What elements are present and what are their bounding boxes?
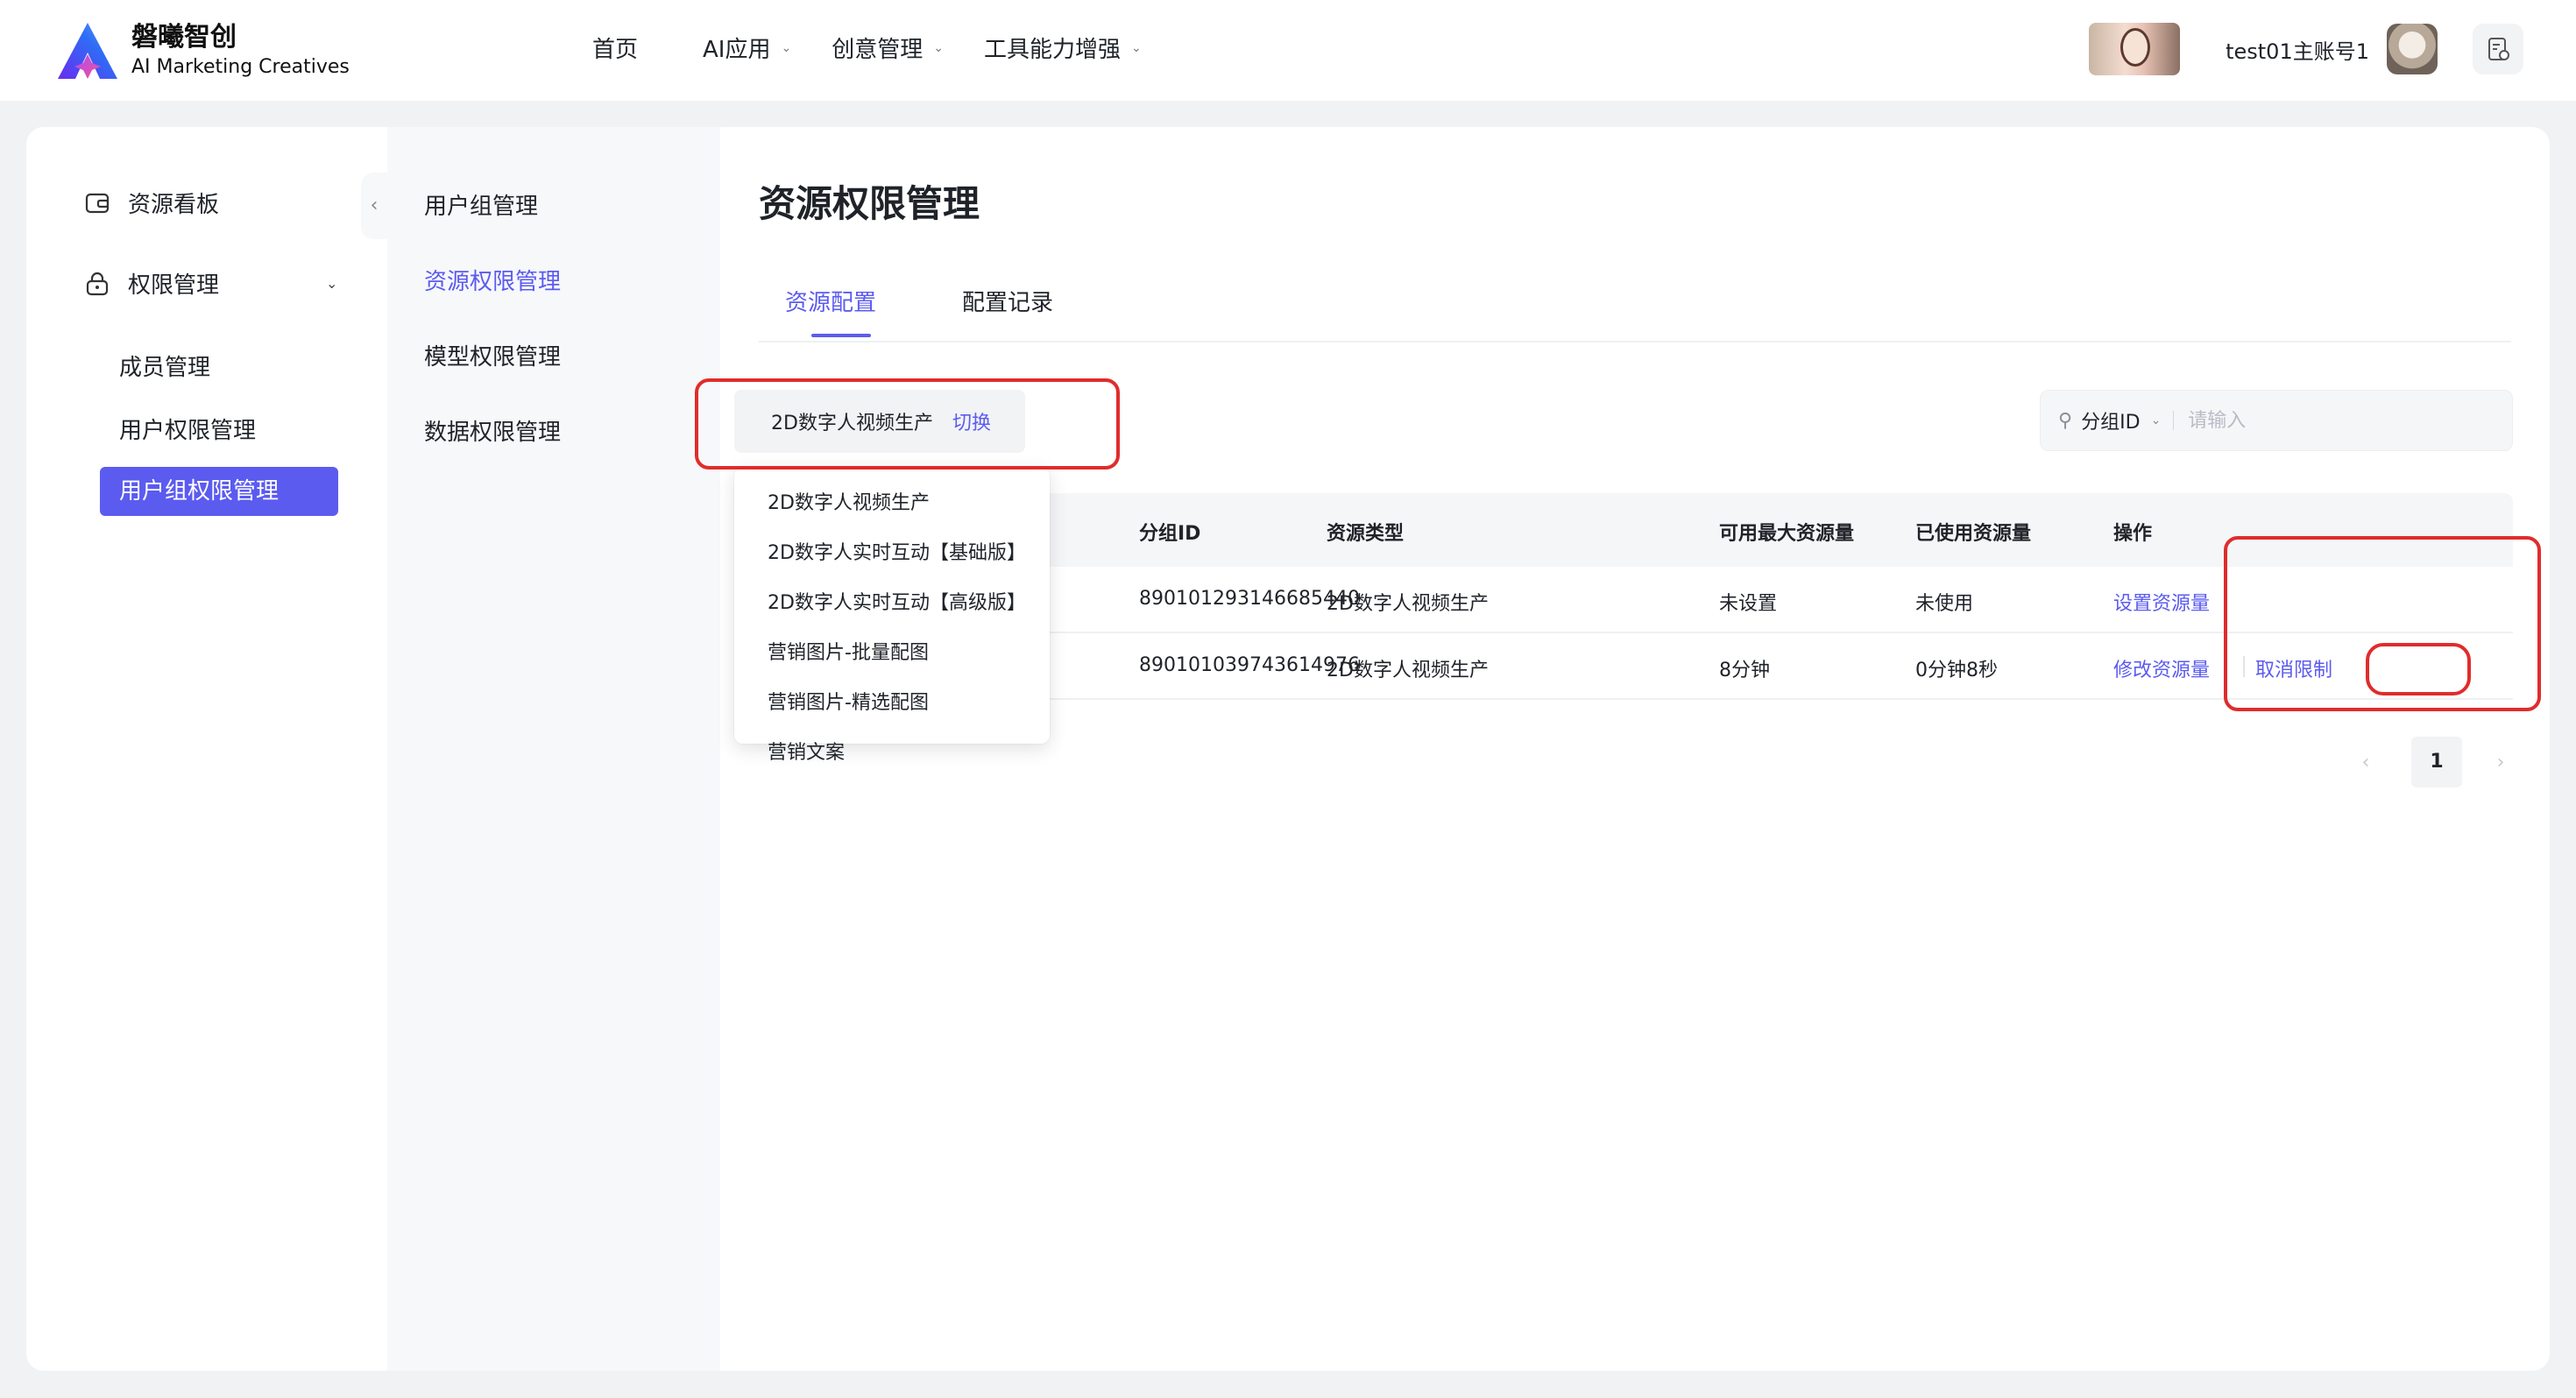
wallet-icon [85,193,110,213]
pagination: ‹ 1 › [2352,737,2515,787]
search-field-select[interactable]: 分组ID [2081,406,2140,434]
dropdown-option[interactable]: 营销图片-精选配图 [734,679,1050,729]
nav-home[interactable]: 首页 [592,32,638,64]
logo-mark-icon [58,23,117,79]
sidebar-item-user-permission[interactable]: 用户权限管理 [119,413,256,445]
chevron-right-icon[interactable]: › [2487,752,2515,773]
nav-creative-label: 创意管理 [832,37,924,63]
nav-tool-label: 工具能力增强 [983,37,1121,63]
chevron-down-icon[interactable]: ⌄ [2151,413,2162,427]
chevron-down-icon: ⌄ [933,40,944,55]
search-input[interactable] [2188,409,2452,432]
chevron-left-icon: ‹ [370,194,379,216]
logo-title: 磐曦智创 [131,22,237,53]
dropdown-option[interactable]: 2D数字人实时互动【高级版】 [734,579,1050,629]
chevron-down-icon: ⌄ [781,40,792,55]
resource-switcher[interactable]: 2D数字人视频生产 切换 [734,390,1025,453]
cell-used-amount: 0分钟8秒 [1915,660,1998,681]
cancel-limit-link[interactable]: 取消限制 [2255,654,2332,682]
tab-bar: 资源配置 配置记录 [759,285,2511,342]
page-number-current[interactable]: 1 [2411,737,2462,787]
column-header: 操作 [2113,523,2153,545]
nav-ai-apps[interactable]: AI应用 ⌄ [703,32,791,64]
nav-tool-enhancement[interactable]: 工具能力增强 ⌄ [984,32,1142,64]
page-title: 资源权限管理 [759,182,980,225]
help-doc-icon [2488,38,2509,60]
main-card: 资源看板 权限管理 ⌄ 成员管理 用户权限管理 用户组权限管理 ‹ 用户组管理 … [26,127,2550,1371]
chevron-down-icon[interactable]: ⌄ [326,275,337,292]
promo-thumbnail[interactable] [2089,23,2181,75]
content-area: 资源权限管理 资源配置 配置记录 2D数字人视频生产 切换 2D数字人视频生产 … [720,127,2550,1371]
avatar[interactable] [2387,24,2438,74]
sidebar: 资源看板 权限管理 ⌄ 成员管理 用户权限管理 用户组权限管理 [26,127,387,1371]
nav-creative-management[interactable]: 创意管理 ⌄ [832,32,944,64]
chevron-down-icon: ⌄ [1130,40,1142,55]
help-doc-button[interactable] [2473,24,2523,74]
set-amount-link[interactable]: 设置资源量 [2113,588,2210,616]
submenu-resource-permission[interactable]: 资源权限管理 [424,264,561,296]
logo-subtitle: AI Marketing Creatives [131,56,350,78]
main-nav: 首页 AI应用 ⌄ 创意管理 ⌄ 工具能力增强 ⌄ [592,32,1142,64]
search-box: ⚲ 分组ID ⌄ [2040,390,2513,451]
resource-dropdown: 2D数字人视频生产 2D数字人实时互动【基础版】 2D数字人实时互动【高级版】 … [734,467,1050,764]
current-resource: 2D数字人视频生产 [771,413,933,434]
tab-config-records[interactable]: 配置记录 [962,285,1053,317]
column-header: 分组ID [1139,523,1201,545]
dropdown-option[interactable]: 2D数字人实时互动【基础版】 [734,529,1050,579]
switch-button[interactable]: 切换 [952,407,991,435]
cell-resource-type: 2D数字人视频生产 [1327,660,1489,681]
lock-icon [86,272,109,295]
logo[interactable]: 磐曦智创 AI Marketing Creatives [54,19,350,82]
header-right: test01主账号1 [2089,23,2523,75]
secondary-menu: ‹ 用户组管理 资源权限管理 模型权限管理 数据权限管理 [361,127,720,1371]
top-header: 磐曦智创 AI Marketing Creatives 首页 AI应用 ⌄ 创意… [0,0,2576,101]
column-header: 资源类型 [1327,523,1405,545]
column-header: 可用最大资源量 [1719,523,1855,545]
dropdown-option[interactable]: 营销图片-批量配图 [734,629,1050,679]
cell-used-amount: 未使用 [1915,593,1974,615]
submenu-user-group[interactable]: 用户组管理 [424,188,538,221]
submenu-model-permission[interactable]: 模型权限管理 [424,339,561,371]
dropdown-option[interactable]: 2D数字人视频生产 [734,479,1050,529]
action-divider [2243,656,2245,677]
sidebar-item-resource-board[interactable]: 资源看板 [84,187,219,219]
sidebar-item-group-permission[interactable]: 用户组权限管理 [100,467,338,516]
active-tab-indicator [811,334,871,337]
sidebar-item-label: 权限管理 [128,272,220,299]
search-icon: ⚲ [2058,409,2073,432]
chevron-left-icon[interactable]: ‹ [2352,752,2380,773]
username[interactable]: test01主账号1 [2226,34,2369,65]
cell-resource-type: 2D数字人视频生产 [1327,593,1489,615]
sidebar-item-permission[interactable]: 权限管理 ⌄ [84,267,337,300]
collapse-sidebar-button[interactable]: ‹ [361,173,387,239]
nav-ai-apps-label: AI应用 [703,37,771,63]
cell-max-amount: 8分钟 [1719,660,1770,681]
tab-resource-config[interactable]: 资源配置 [785,285,876,317]
dropdown-option[interactable]: 营销文案 [734,729,1050,779]
modify-amount-link[interactable]: 修改资源量 [2113,654,2210,682]
sidebar-item-members[interactable]: 成员管理 [119,350,210,382]
submenu-data-permission[interactable]: 数据权限管理 [424,414,561,447]
cell-max-amount: 未设置 [1719,593,1778,615]
sidebar-item-label: 资源看板 [128,192,220,218]
nav-home-label: 首页 [592,37,639,63]
column-header: 已使用资源量 [1915,523,2032,545]
divider [2173,411,2175,430]
